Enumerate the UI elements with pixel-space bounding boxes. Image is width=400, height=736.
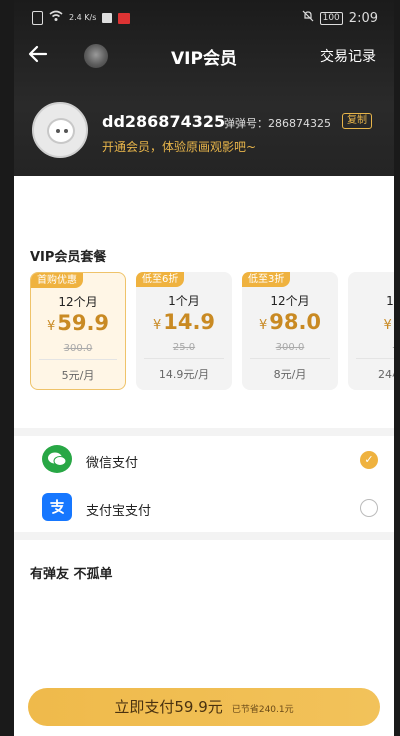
plan-monthly: 24小时 bbox=[378, 368, 394, 381]
battery-icon: 100 bbox=[319, 11, 343, 25]
payment-label: 微信支付 bbox=[86, 456, 139, 471]
plan-duration: 1个月 bbox=[168, 294, 200, 308]
payment-label: 支付宝支付 bbox=[86, 504, 152, 519]
section-divider bbox=[14, 428, 394, 436]
plan-price: ¥98.0 bbox=[242, 310, 338, 334]
currency-symbol: ¥ bbox=[152, 318, 162, 333]
user-profile: dd286874325 弹弹号：286874325 复制 开通会员，体验原画观影… bbox=[32, 102, 382, 162]
user-id: 弹弹号：286874325 bbox=[224, 117, 331, 130]
alipay-icon bbox=[42, 493, 72, 521]
plan-price: ¥9 bbox=[348, 310, 394, 334]
sim-icon bbox=[32, 11, 43, 25]
plan-card[interactable]: 1日 ¥9 1 24小时 bbox=[348, 272, 394, 390]
screen-icon bbox=[102, 13, 113, 23]
username: dd286874325 bbox=[102, 112, 226, 131]
footer-section-title: 有弹友 不孤单 bbox=[30, 567, 113, 582]
pay-button-label: 立即支付59.9元 bbox=[114, 698, 223, 716]
plan-divider bbox=[250, 358, 330, 359]
plan-original-price: 1 bbox=[348, 342, 394, 353]
nav-bar: VIP会员 交易记录 bbox=[14, 36, 394, 76]
pay-now-button[interactable]: 立即支付59.9元 已节省240.1元 bbox=[28, 688, 380, 726]
plan-price-value: 14.9 bbox=[163, 310, 216, 334]
avatar[interactable] bbox=[32, 102, 88, 158]
payment-option-wechat[interactable]: 微信支付 ✓ bbox=[14, 437, 394, 483]
payment-option-alipay[interactable]: 支付宝支付 bbox=[14, 485, 394, 531]
notify-icon bbox=[118, 12, 131, 24]
plan-price-value: 59.9 bbox=[57, 311, 110, 335]
plan-badge: 低至3折 bbox=[242, 272, 291, 287]
plan-duration: 12个月 bbox=[270, 294, 310, 308]
mute-icon bbox=[302, 10, 314, 26]
plan-duration: 1日 bbox=[386, 294, 394, 308]
status-left: 2.4 K/s bbox=[32, 10, 131, 26]
plan-price: ¥59.9 bbox=[31, 311, 125, 335]
plan-divider bbox=[356, 358, 394, 359]
avatar-face bbox=[47, 118, 75, 144]
plan-divider bbox=[39, 359, 117, 360]
app-frame: 2.4 K/s 100 2:09 VIP会员 交易记录 dd286874325 … bbox=[14, 0, 394, 736]
wechat-icon bbox=[42, 445, 72, 473]
vip-header: 2.4 K/s 100 2:09 VIP会员 交易记录 dd286874325 … bbox=[14, 0, 394, 176]
plans-title: VIP会员套餐 bbox=[30, 250, 107, 265]
currency-symbol: ¥ bbox=[46, 319, 56, 334]
plan-card[interactable]: 低至3折 12个月 ¥98.0 300.0 8元/月 bbox=[242, 272, 338, 390]
plan-badge: 低至6折 bbox=[136, 272, 185, 287]
transaction-history-link[interactable]: 交易记录 bbox=[320, 46, 376, 66]
network-speed: 2.4 K/s bbox=[69, 13, 97, 22]
status-right: 100 2:09 bbox=[302, 10, 378, 26]
copy-button[interactable]: 复制 bbox=[342, 113, 372, 129]
plan-divider bbox=[144, 358, 224, 359]
promo-text: 开通会员，体验原画观影吧~ bbox=[102, 140, 257, 154]
radio-unchecked-icon[interactable] bbox=[360, 499, 378, 517]
avatar-eye bbox=[56, 129, 60, 133]
plan-price-value: 98.0 bbox=[269, 310, 322, 334]
plan-list: 首购优惠 12个月 ¥59.9 300.0 5元/月 低至6折 1个月 ¥14.… bbox=[14, 272, 394, 392]
plan-card[interactable]: 首购优惠 12个月 ¥59.9 300.0 5元/月 bbox=[30, 272, 126, 390]
plan-original-price: 25.0 bbox=[172, 342, 196, 353]
wifi-icon bbox=[49, 10, 63, 26]
plan-badge: 首购优惠 bbox=[31, 273, 83, 288]
avatar-eye bbox=[64, 129, 68, 133]
plan-duration: 12个月 bbox=[58, 295, 98, 309]
plan-monthly: 5元/月 bbox=[61, 369, 95, 382]
plan-card[interactable]: 低至6折 1个月 ¥14.9 25.0 14.9元/月 bbox=[136, 272, 232, 390]
status-bar: 2.4 K/s 100 2:09 bbox=[14, 0, 394, 34]
plan-price: ¥14.9 bbox=[136, 310, 232, 334]
plan-monthly: 14.9元/月 bbox=[158, 368, 210, 381]
clock: 2:09 bbox=[348, 10, 378, 26]
plan-original-price: 300.0 bbox=[63, 343, 93, 354]
currency-symbol: ¥ bbox=[258, 318, 268, 333]
radio-checked-icon[interactable]: ✓ bbox=[360, 451, 378, 469]
plan-original-price: 300.0 bbox=[275, 342, 305, 353]
section-divider bbox=[14, 532, 394, 540]
plan-monthly: 8元/月 bbox=[273, 368, 307, 381]
currency-symbol: ¥ bbox=[383, 318, 392, 333]
pay-button-savings: 已节省240.1元 bbox=[231, 705, 294, 715]
